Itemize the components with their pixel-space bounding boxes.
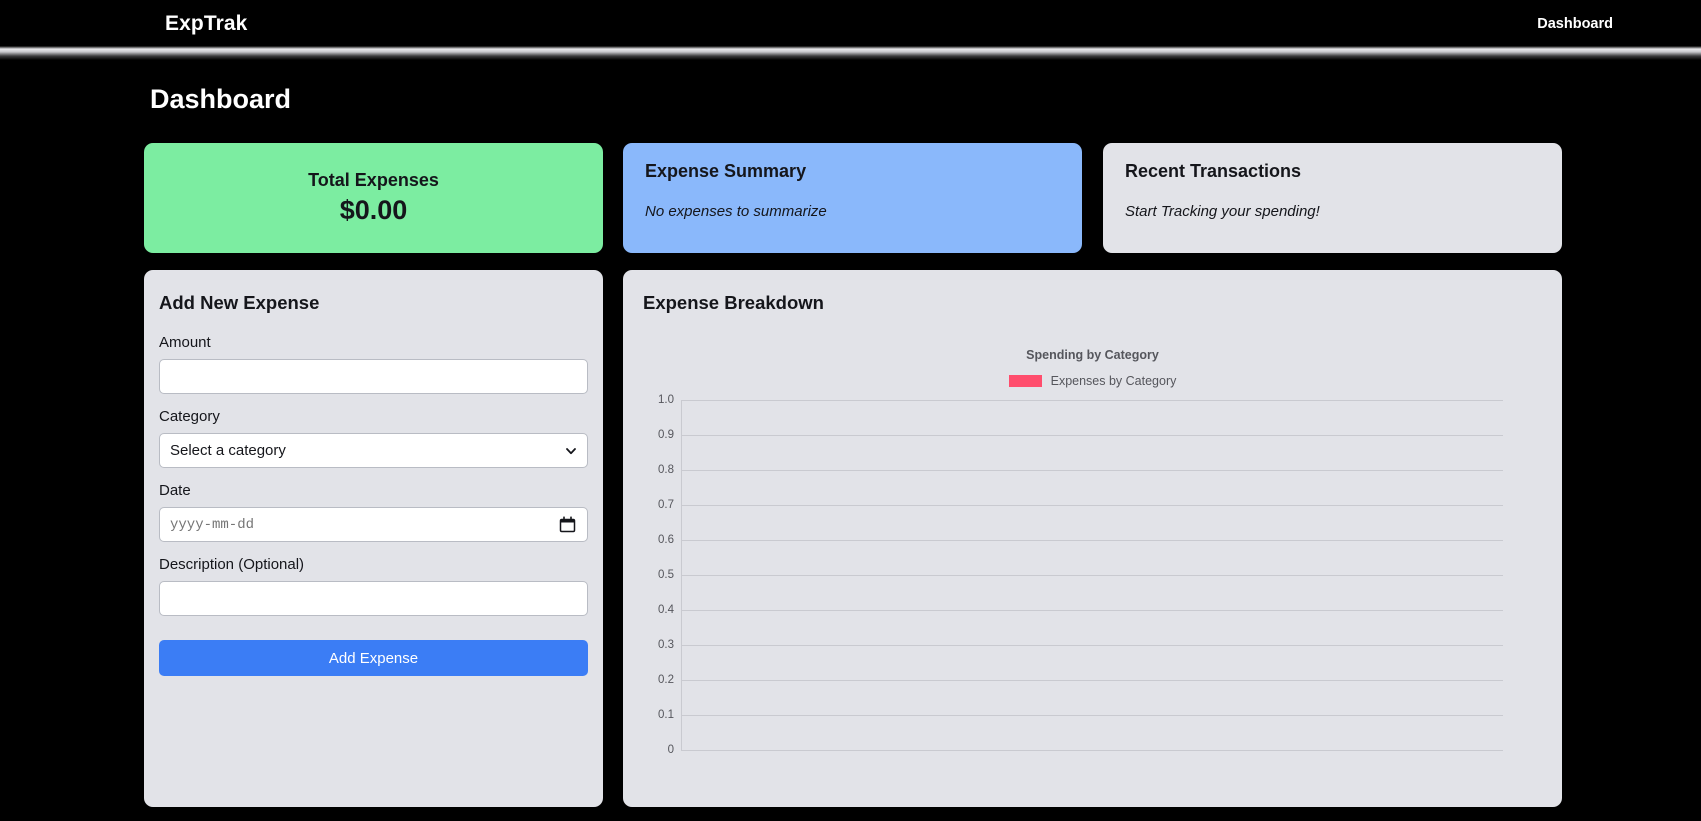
recent-transactions-heading: Recent Transactions (1125, 161, 1302, 181)
chart-gridline: 0.4 (658, 604, 1503, 616)
chart-y-tick-label: 0.3 (658, 639, 674, 651)
add-expense-panel: Add New Expense Amount Category Select a… (144, 270, 603, 807)
chart-gridline: 0.5 (658, 569, 1503, 581)
category-field-group: Category Select a category (159, 408, 588, 468)
expense-summary-heading: Expense Summary (645, 161, 807, 181)
nav-links: Dashboard (1537, 16, 1613, 32)
chart-title: Spending by Category (1026, 348, 1159, 362)
chart-y-tick-label: 0.8 (658, 464, 674, 476)
page-title: Dashboard (150, 84, 292, 114)
category-select[interactable]: Select a category (159, 433, 588, 468)
app-brand[interactable]: ExpTrak (165, 12, 247, 36)
legend-swatch-expenses (1008, 375, 1042, 387)
chart-gridline: 0 (668, 744, 1503, 756)
amount-label: Amount (159, 334, 211, 351)
chart-gridline: 0.2 (658, 674, 1503, 686)
legend-label-expenses: Expenses by Category (1050, 374, 1177, 388)
description-input[interactable] (159, 581, 588, 616)
total-expenses-amount: $0.00 (339, 195, 408, 225)
expense-summary-empty-note: No expenses to summarize (645, 203, 827, 220)
recent-transactions-card: Recent Transactions Start Tracking your … (1103, 143, 1562, 253)
chart-y-tick-label: 0.7 (658, 499, 674, 511)
chart-y-tick-label: 0.2 (658, 674, 674, 686)
chart-y-tick-label: 1.0 (658, 394, 674, 406)
chart-gridline: 1.0 (658, 394, 1503, 406)
chart-y-tick-label: 0.9 (658, 429, 674, 441)
description-field-group: Description (Optional) (159, 556, 588, 616)
amount-input[interactable] (159, 359, 588, 394)
chart-y-tick-label: 0.5 (658, 569, 674, 581)
chart-gridline: 0.6 (658, 534, 1503, 546)
category-select-wrap: Select a category (159, 433, 588, 468)
chart-gridline: 0.7 (658, 499, 1503, 511)
chart-gridline: 0.1 (658, 709, 1503, 721)
expense-breakdown-panel: Expense Breakdown Spending by Category E… (623, 270, 1562, 807)
date-input-wrap (159, 507, 588, 542)
chart-gridline: 0.3 (658, 639, 1503, 651)
chart-y-tick-label: 0.1 (658, 709, 674, 721)
chart-y-tick-label: 0 (667, 744, 674, 756)
total-expenses-card: Total Expenses $0.00 (144, 143, 603, 253)
date-input[interactable] (159, 507, 588, 542)
total-expenses-label: Total Expenses (308, 170, 439, 190)
nav-link-dashboard[interactable]: Dashboard (1537, 16, 1613, 32)
description-label: Description (Optional) (159, 556, 305, 573)
amount-field-group: Amount (159, 334, 588, 394)
chart-y-tick-label: 0.6 (658, 534, 674, 546)
top-navbar: ExpTrak Dashboard (0, 0, 1701, 48)
add-expense-heading: Add New Expense (159, 292, 320, 313)
navbar-underline-gradient (0, 46, 1701, 60)
date-field-group: Date (159, 482, 588, 542)
add-expense-button[interactable]: Add Expense (159, 640, 588, 676)
expense-breakdown-heading: Expense Breakdown (643, 292, 824, 313)
recent-transactions-empty-note: Start Tracking your spending! (1125, 203, 1320, 220)
chart-plot-area: 0 0.1 0.2 0.3 0.4 0.5 0.6 0.7 0.8 0.9 1.0 (658, 394, 1503, 756)
chart-gridline: 0.9 (658, 429, 1503, 441)
spending-by-category-chart: Spending by Category Expenses by Categor… (643, 318, 1542, 778)
chart-legend[interactable]: Expenses by Category (643, 374, 1542, 388)
expense-summary-card: Expense Summary No expenses to summarize (623, 143, 1082, 253)
category-label: Category (159, 408, 220, 425)
chart-y-tick-label: 0.4 (658, 604, 674, 616)
chart-gridline: 0.8 (658, 464, 1503, 476)
date-label: Date (159, 482, 191, 499)
